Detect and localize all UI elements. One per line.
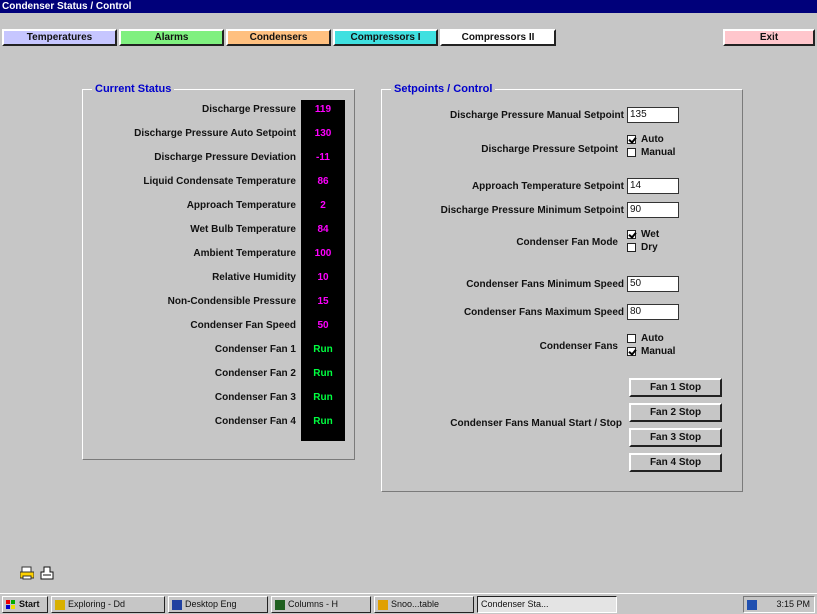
fan-mode-wet-checkbox[interactable]: Wet xyxy=(627,229,659,241)
condenser-fans-label: Condenser Fans xyxy=(539,341,618,352)
checkbox-unchecked-icon xyxy=(627,243,636,252)
desktop-icon xyxy=(172,599,182,610)
fan-mode-dry-label: Dry xyxy=(641,242,658,253)
status-value-fan-2: Run xyxy=(313,368,333,379)
fan-1-stop-button[interactable]: Fan 1 Stop xyxy=(629,378,722,397)
status-value-ambient: 100 xyxy=(314,248,332,259)
condensers-button[interactable]: Condensers xyxy=(226,29,331,46)
status-label-fan-1: Condenser Fan 1 xyxy=(214,344,296,355)
status-value-approach: 2 xyxy=(320,200,326,211)
status-label-fan-3: Condenser Fan 3 xyxy=(214,392,296,403)
compressors-2-button[interactable]: Compressors II xyxy=(440,29,556,46)
status-label-fan-2: Condenser Fan 2 xyxy=(214,368,296,379)
status-value-wet-bulb: 84 xyxy=(317,224,329,235)
status-label-ambient: Ambient Temperature xyxy=(193,248,296,259)
fan-mode-wet-label: Wet xyxy=(641,229,660,240)
taskbar-item-condenser-label: Condenser Sta... xyxy=(481,599,549,609)
discharge-auto-label: Auto xyxy=(641,134,664,145)
status-label-fan-speed: Condenser Fan Speed xyxy=(190,320,296,331)
status-label-discharge-pressure: Discharge Pressure xyxy=(202,104,296,115)
taskbar-item-desktop[interactable]: Desktop Eng xyxy=(168,596,268,613)
status-value-fan-1: Run xyxy=(313,344,333,355)
taskbar-item-columns-label: Columns - H xyxy=(288,599,339,609)
fans-maximum-speed-input[interactable]: 80 xyxy=(627,304,679,320)
current-status-title: Current Status xyxy=(92,83,175,96)
table-icon xyxy=(378,599,388,610)
setpoints-control-panel: Setpoints / Control Discharge Pressure M… xyxy=(381,83,743,492)
status-value-humidity: 10 xyxy=(317,272,329,283)
checkbox-unchecked-icon xyxy=(627,148,636,157)
taskbar-item-condenser-status[interactable]: Condenser Sta... xyxy=(477,596,617,613)
status-label-fan-4: Condenser Fan 4 xyxy=(214,416,296,427)
taskbar-item-desktop-label: Desktop Eng xyxy=(185,599,237,609)
checkbox-unchecked-icon xyxy=(627,334,636,343)
status-label-auto-setpoint: Discharge Pressure Auto Setpoint xyxy=(134,128,296,139)
checkbox-checked-icon xyxy=(627,347,636,356)
taskbar: Start Exploring - Dd Desktop Eng Columns… xyxy=(0,593,817,614)
discharge-manual-setpoint-input[interactable]: 135 xyxy=(627,107,679,123)
fan-mode-label: Condenser Fan Mode xyxy=(516,237,618,248)
fan-mode-dry-checkbox[interactable]: Dry xyxy=(627,242,658,254)
start-label: Start xyxy=(19,599,40,609)
status-value-fan-speed: 50 xyxy=(317,320,329,331)
approach-setpoint-label: Approach Temperature Setpoint xyxy=(471,181,624,192)
discharge-minimum-setpoint-input[interactable]: 90 xyxy=(627,202,679,218)
exit-button[interactable]: Exit xyxy=(723,29,815,46)
application-window: Condenser Status / Control Temperatures … xyxy=(0,0,817,614)
fans-manual-start-stop-label: Condenser Fans Manual Start / Stop xyxy=(450,418,622,429)
discharge-setpoint-label: Discharge Pressure Setpoint xyxy=(481,144,618,155)
system-tray: 3:15 PM xyxy=(743,596,815,613)
fans-minimum-speed-input[interactable]: 50 xyxy=(627,276,679,292)
alarms-button[interactable]: Alarms xyxy=(119,29,224,46)
explorer-icon xyxy=(55,599,65,610)
status-label-deviation: Discharge Pressure Deviation xyxy=(154,152,296,163)
tray-icon[interactable] xyxy=(747,600,757,610)
fans-auto-checkbox[interactable]: Auto xyxy=(627,333,664,345)
discharge-manual-setpoint-label: Discharge Pressure Manual Setpoint xyxy=(450,110,624,121)
discharge-manual-label: Manual xyxy=(641,147,676,158)
columns-icon xyxy=(275,599,285,610)
fans-manual-checkbox[interactable]: Manual xyxy=(627,346,675,358)
discharge-manual-checkbox[interactable]: Manual xyxy=(627,147,675,159)
taskbar-item-exploring-label: Exploring - Dd xyxy=(68,599,126,609)
taskbar-clock: 3:15 PM xyxy=(776,599,810,609)
fans-manual-label: Manual xyxy=(641,346,676,357)
fan-2-stop-button[interactable]: Fan 2 Stop xyxy=(629,403,722,422)
status-value-fan-4: Run xyxy=(313,416,333,427)
setpoints-control-title: Setpoints / Control xyxy=(391,83,496,96)
start-button[interactable]: Start xyxy=(2,596,48,613)
status-label-non-condensible: Non-Condensible Pressure xyxy=(167,296,296,307)
taskbar-item-exploring[interactable]: Exploring - Dd xyxy=(51,596,165,613)
print-preview-icon[interactable] xyxy=(40,566,54,583)
approach-setpoint-input[interactable]: 14 xyxy=(627,178,679,194)
checkbox-checked-icon xyxy=(627,230,636,239)
fan-3-stop-button[interactable]: Fan 3 Stop xyxy=(629,428,722,447)
status-label-approach: Approach Temperature xyxy=(186,200,296,211)
status-label-liquid-condensate: Liquid Condensate Temperature xyxy=(143,176,296,187)
fans-maximum-speed-label: Condenser Fans Maximum Speed xyxy=(463,307,624,318)
current-status-panel: Current Status Discharge Pressure 119 Di… xyxy=(82,83,355,460)
status-label-wet-bulb: Wet Bulb Temperature xyxy=(190,224,296,235)
status-value-fan-3: Run xyxy=(313,392,333,403)
status-value-auto-setpoint: 130 xyxy=(314,128,332,139)
taskbar-item-columns[interactable]: Columns - H xyxy=(271,596,371,613)
printer-icon[interactable] xyxy=(19,566,35,583)
fans-auto-label: Auto xyxy=(641,333,664,344)
status-value-liquid-condensate: 86 xyxy=(317,176,329,187)
status-value-deviation: -11 xyxy=(316,152,330,163)
discharge-auto-checkbox[interactable]: Auto xyxy=(627,134,664,146)
discharge-minimum-setpoint-label: Discharge Pressure Minimum Setpoint xyxy=(440,205,624,216)
taskbar-item-table[interactable]: Snoo...table xyxy=(374,596,474,613)
fan-4-stop-button[interactable]: Fan 4 Stop xyxy=(629,453,722,472)
status-value-discharge-pressure: 119 xyxy=(314,104,332,115)
fans-minimum-speed-label: Condenser Fans Minimum Speed xyxy=(466,279,624,290)
window-title: Condenser Status / Control xyxy=(0,0,817,13)
temperatures-button[interactable]: Temperatures xyxy=(2,29,117,46)
checkbox-checked-icon xyxy=(627,135,636,144)
compressors-1-button[interactable]: Compressors I xyxy=(333,29,438,46)
windows-logo-icon xyxy=(6,599,16,610)
status-label-humidity: Relative Humidity xyxy=(212,272,296,283)
taskbar-item-table-label: Snoo...table xyxy=(391,599,440,609)
status-value-non-condensible: 15 xyxy=(317,296,329,307)
